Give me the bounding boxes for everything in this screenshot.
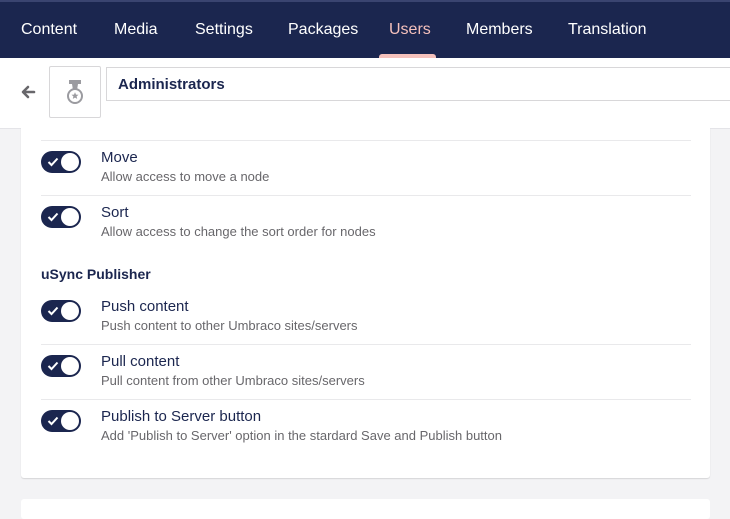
group-icon-picker[interactable] [49,66,101,118]
divider [41,140,691,141]
permission-group-heading: uSync Publisher [41,266,151,282]
editor-header [0,58,730,129]
toggle-move[interactable] [41,151,81,173]
toggle-pull-content[interactable] [41,355,81,377]
permission-title: Publish to Server button [101,408,262,425]
next-card [21,499,710,519]
permission-title: Push content [101,298,189,315]
divider [41,399,691,400]
nav-item-members[interactable]: Members [466,0,533,58]
top-navigation: Content Media Settings Packages Users Me… [0,0,730,58]
toggle-publish-to-server[interactable] [41,410,81,432]
nav-item-translation[interactable]: Translation [568,0,647,58]
permission-description: Add 'Publish to Server' option in the st… [101,428,502,443]
permission-description: Allow access to move a node [101,169,270,184]
check-icon [47,212,59,222]
check-icon [47,416,59,426]
permission-move: Move Allow access to move a node [41,149,691,199]
nav-item-media[interactable]: Media [114,0,158,58]
divider [41,344,691,345]
arrow-left-icon[interactable] [18,82,38,102]
toggle-knob [61,412,79,430]
check-icon [47,361,59,371]
permission-title: Move [101,149,138,166]
permission-description: Pull content from other Umbraco sites/se… [101,373,365,388]
group-name-input[interactable] [106,67,730,101]
permission-description: Allow access to change the sort order fo… [101,224,376,239]
divider [41,195,691,196]
permission-push-content: Push content Push content to other Umbra… [41,298,691,348]
nav-item-users[interactable]: Users [389,0,431,58]
permission-description: Push content to other Umbraco sites/serv… [101,318,358,333]
toggle-knob [61,208,79,226]
nav-item-packages[interactable]: Packages [288,0,358,58]
toggle-knob [61,302,79,320]
check-icon [47,306,59,316]
toggle-push-content[interactable] [41,300,81,322]
permission-publish-to-server: Publish to Server button Add 'Publish to… [41,408,691,458]
permission-title: Pull content [101,353,180,370]
toggle-sort[interactable] [41,206,81,228]
check-icon [47,157,59,167]
toggle-knob [61,153,79,171]
toggle-knob [61,357,79,375]
permissions-card: Move Allow access to move a node Sort Al… [21,128,710,478]
permission-pull-content: Pull content Pull content from other Umb… [41,353,691,403]
medal-icon [67,80,83,104]
permission-sort: Sort Allow access to change the sort ord… [41,204,691,254]
nav-item-content[interactable]: Content [21,0,77,58]
permission-title: Sort [101,204,129,221]
nav-item-settings[interactable]: Settings [195,0,253,58]
